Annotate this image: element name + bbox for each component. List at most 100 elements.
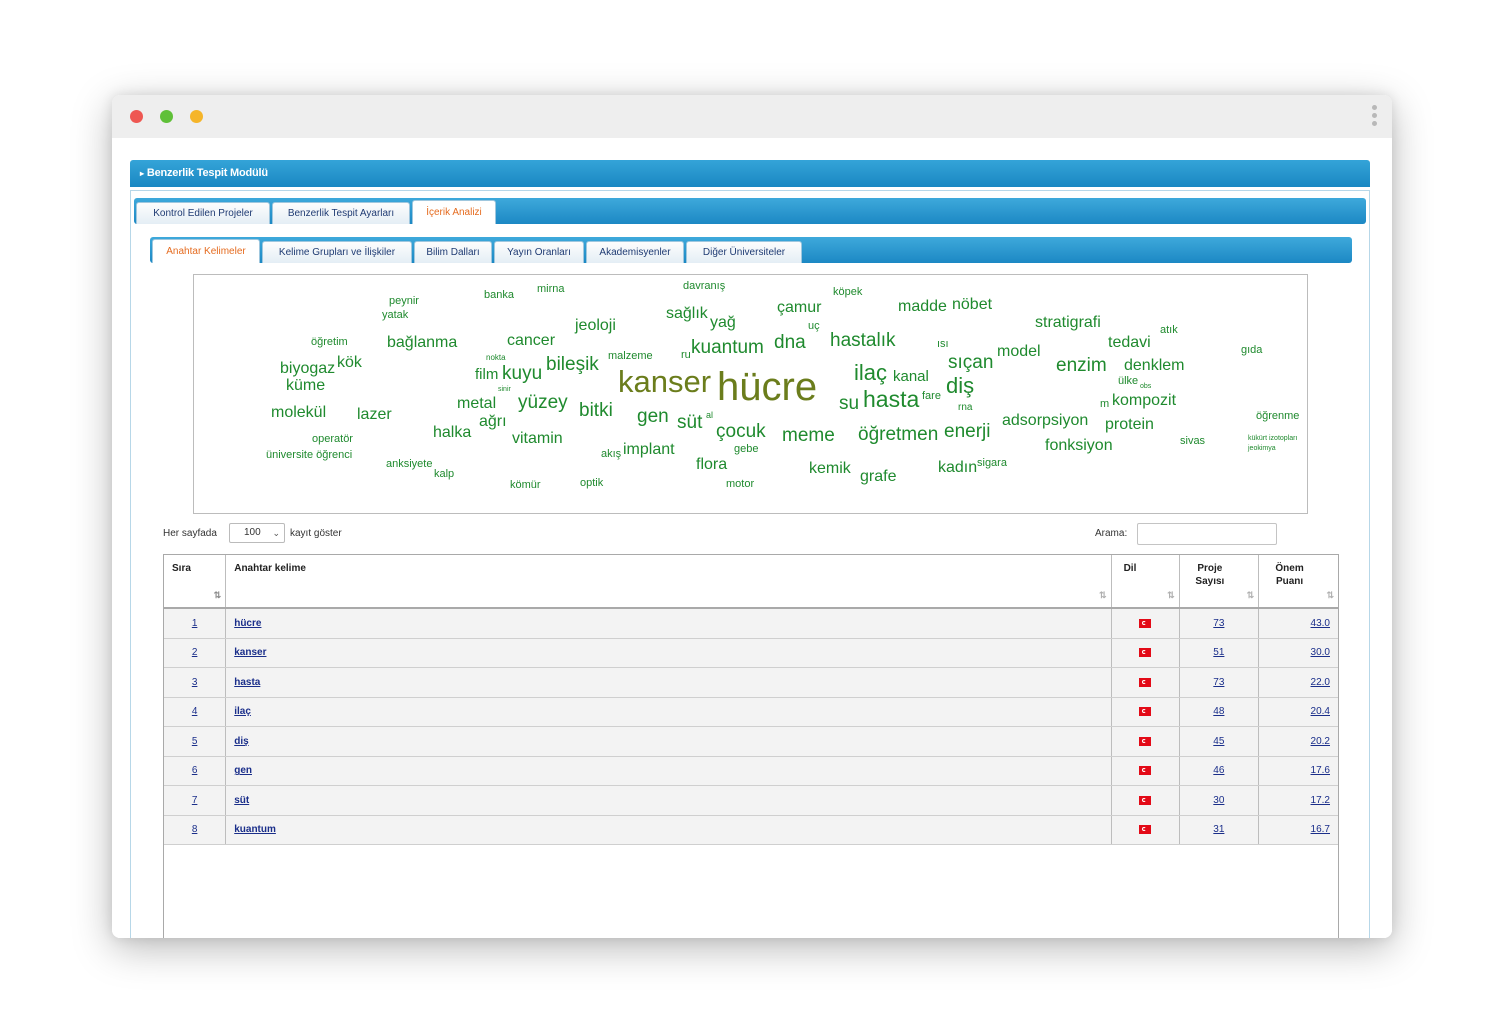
tab-icerik-analizi[interactable]: İçerik Analizi bbox=[412, 200, 496, 224]
cloud-word[interactable]: biyogaz bbox=[280, 361, 335, 377]
cloud-word[interactable]: su bbox=[839, 394, 859, 413]
cloud-word[interactable]: tedavi bbox=[1108, 335, 1151, 351]
cloud-word[interactable]: üniversite öğrenci bbox=[266, 450, 352, 461]
cloud-word[interactable]: sağlık bbox=[666, 306, 708, 322]
cloud-word[interactable]: al bbox=[706, 411, 713, 420]
cloud-word[interactable]: hastalık bbox=[830, 331, 895, 350]
score-link[interactable]: 20.4 bbox=[1311, 706, 1330, 717]
cloud-word[interactable]: meme bbox=[782, 426, 835, 445]
tab-akademisyenler[interactable]: Akademisyenler bbox=[586, 241, 684, 263]
project-count-link[interactable]: 45 bbox=[1213, 736, 1224, 747]
cloud-word[interactable]: süt bbox=[677, 413, 702, 432]
project-count-link[interactable]: 73 bbox=[1213, 618, 1224, 629]
per-page-select[interactable]: 100 ⌄ bbox=[229, 523, 285, 543]
cloud-word[interactable]: diş bbox=[946, 375, 974, 397]
cloud-word[interactable]: yüzey bbox=[518, 393, 568, 412]
keyword-link[interactable]: hücre bbox=[234, 618, 261, 629]
cloud-word[interactable]: rna bbox=[958, 403, 972, 413]
close-window-button[interactable] bbox=[130, 110, 143, 123]
cloud-word[interactable]: çamur bbox=[777, 300, 821, 316]
cloud-word[interactable]: uç bbox=[808, 321, 820, 332]
cloud-word[interactable]: fonksiyon bbox=[1045, 438, 1113, 454]
rank-link[interactable]: 6 bbox=[192, 765, 198, 776]
cloud-word[interactable]: protein bbox=[1105, 417, 1154, 433]
cloud-word[interactable]: gıda bbox=[1241, 345, 1262, 356]
cloud-word[interactable]: ısı bbox=[937, 339, 949, 350]
cloud-word[interactable]: gen bbox=[637, 407, 669, 426]
tab-yayin-oranlari[interactable]: Yayın Oranları bbox=[494, 241, 584, 263]
cloud-word[interactable]: kemik bbox=[809, 461, 851, 477]
cloud-word[interactable]: kanser bbox=[618, 366, 711, 397]
score-link[interactable]: 17.6 bbox=[1311, 765, 1330, 776]
cloud-word[interactable]: kömür bbox=[510, 480, 541, 491]
cloud-word[interactable]: bitki bbox=[579, 401, 613, 420]
cloud-word[interactable]: kalp bbox=[434, 469, 454, 480]
cloud-word[interactable]: gebe bbox=[734, 444, 758, 455]
more-options-icon[interactable] bbox=[1372, 105, 1378, 129]
tab-diger-universiteler[interactable]: Diğer Üniversiteler bbox=[686, 241, 802, 263]
cloud-word[interactable]: kompozit bbox=[1112, 393, 1176, 409]
cloud-word[interactable]: lazer bbox=[357, 407, 392, 423]
cloud-word[interactable]: obs bbox=[1140, 383, 1151, 390]
rank-link[interactable]: 5 bbox=[192, 736, 198, 747]
cloud-word[interactable]: malzeme bbox=[608, 351, 653, 362]
keyword-link[interactable]: süt bbox=[234, 795, 249, 806]
cloud-word[interactable]: m bbox=[1100, 399, 1109, 410]
cloud-word[interactable]: film bbox=[475, 367, 498, 382]
cloud-word[interactable]: fare bbox=[922, 391, 941, 402]
cloud-word[interactable]: sigara bbox=[977, 458, 1007, 469]
score-link[interactable]: 43.0 bbox=[1311, 618, 1330, 629]
project-count-link[interactable]: 73 bbox=[1213, 677, 1224, 688]
cloud-word[interactable]: köpek bbox=[833, 287, 862, 298]
cloud-word[interactable]: denklem bbox=[1124, 358, 1184, 374]
score-link[interactable]: 16.7 bbox=[1311, 824, 1330, 835]
cloud-word[interactable]: öğrenme bbox=[1256, 411, 1299, 422]
cloud-word[interactable]: kükürt izotopları bbox=[1248, 435, 1297, 442]
tab-anahtar-kelimeler[interactable]: Anahtar Kelimeler bbox=[152, 239, 260, 263]
keyword-link[interactable]: kuantum bbox=[234, 824, 276, 835]
project-count-link[interactable]: 31 bbox=[1213, 824, 1224, 835]
cloud-word[interactable]: ülke bbox=[1118, 376, 1138, 387]
cloud-word[interactable]: sinir bbox=[498, 386, 511, 393]
cloud-word[interactable]: dna bbox=[774, 333, 806, 352]
cloud-word[interactable]: nokta bbox=[486, 354, 506, 362]
cloud-word[interactable]: flora bbox=[696, 457, 727, 473]
score-link[interactable]: 22.0 bbox=[1311, 677, 1330, 688]
cloud-word[interactable]: anksiyete bbox=[386, 459, 432, 470]
rank-link[interactable]: 8 bbox=[192, 824, 198, 835]
cloud-word[interactable]: sıçan bbox=[948, 353, 993, 372]
search-input[interactable] bbox=[1137, 523, 1277, 545]
cloud-word[interactable]: ilaç bbox=[854, 362, 887, 384]
tab-bilim-dallari[interactable]: Bilim Dalları bbox=[414, 241, 492, 263]
cloud-word[interactable]: mirna bbox=[537, 284, 565, 295]
cloud-word[interactable]: kuantum bbox=[691, 338, 764, 357]
cloud-word[interactable]: madde bbox=[898, 299, 947, 315]
cloud-word[interactable]: kuyu bbox=[502, 364, 542, 383]
cloud-word[interactable]: motor bbox=[726, 479, 754, 490]
cloud-word[interactable]: ru bbox=[681, 350, 691, 361]
cloud-word[interactable]: cancer bbox=[507, 333, 555, 349]
score-link[interactable]: 30.0 bbox=[1311, 647, 1330, 658]
rank-link[interactable]: 1 bbox=[192, 618, 198, 629]
cloud-word[interactable]: öğretim bbox=[311, 337, 348, 348]
cloud-word[interactable]: enzim bbox=[1056, 356, 1107, 375]
keyword-link[interactable]: diş bbox=[234, 736, 248, 747]
keyword-link[interactable]: gen bbox=[234, 765, 252, 776]
keyword-link[interactable]: hasta bbox=[234, 677, 260, 688]
cloud-word[interactable]: hasta bbox=[863, 388, 919, 411]
cloud-word[interactable]: çocuk bbox=[716, 422, 766, 441]
rank-link[interactable]: 4 bbox=[192, 706, 198, 717]
cloud-word[interactable]: adsorpsiyon bbox=[1002, 413, 1088, 429]
cloud-word[interactable]: vitamin bbox=[512, 431, 563, 447]
cloud-word[interactable]: jeokimya bbox=[1248, 445, 1276, 452]
cloud-word[interactable]: küme bbox=[286, 378, 325, 394]
tab-benzerlik-tespit-ayarlari[interactable]: Benzerlik Tespit Ayarları bbox=[272, 202, 410, 224]
score-link[interactable]: 17.2 bbox=[1311, 795, 1330, 806]
rank-link[interactable]: 7 bbox=[192, 795, 198, 806]
project-count-link[interactable]: 46 bbox=[1213, 765, 1224, 776]
keyword-link[interactable]: kanser bbox=[234, 647, 266, 658]
cloud-word[interactable]: yatak bbox=[382, 310, 408, 321]
cloud-word[interactable]: model bbox=[997, 344, 1041, 360]
cloud-word[interactable]: jeoloji bbox=[575, 318, 616, 334]
cloud-word[interactable]: implant bbox=[623, 442, 675, 458]
